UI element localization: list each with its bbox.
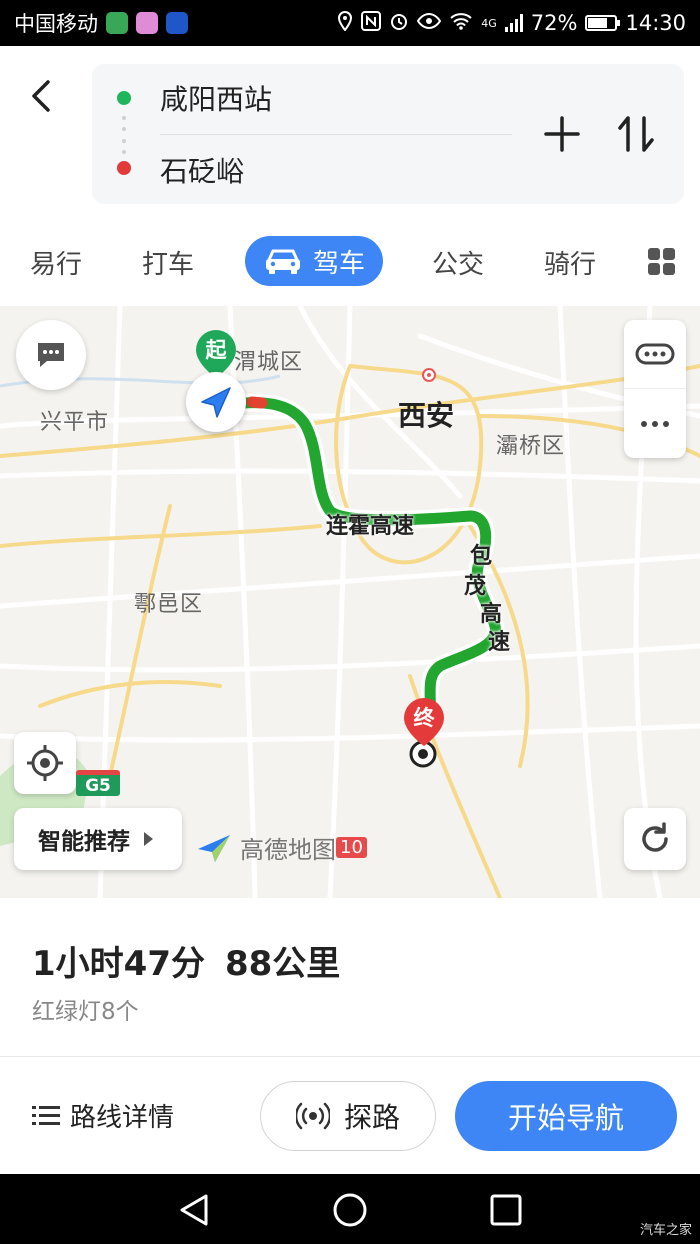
map-label-huyi: 鄠邑区 <box>134 592 204 617</box>
crosshair-icon <box>27 745 63 781</box>
location-icon <box>337 10 353 36</box>
current-location-marker <box>186 372 246 432</box>
end-marker[interactable]: 终 <box>402 696 446 748</box>
app-notification-icon <box>166 12 188 34</box>
watermark: 汽车之家 <box>639 1223 692 1238</box>
status-bar: 中国移动 4G 72% 14:30 <box>0 0 700 46</box>
divider <box>160 134 512 135</box>
route-duration: 1小时47分 <box>32 944 205 984</box>
route-summary: 1小时47分 88公里 红绿灯8个 <box>0 898 700 1056</box>
car-icon <box>265 249 300 274</box>
more-modes-grid-icon[interactable] <box>648 248 675 275</box>
clock: 14:30 <box>625 11 686 35</box>
amap-brand-name: 高德地图 <box>240 836 336 864</box>
tab-drive-label: 驾车 <box>312 248 365 279</box>
signal-icon <box>504 14 523 32</box>
carrier-label: 中国移动 <box>14 12 98 36</box>
list-icon <box>32 1105 60 1125</box>
system-nav-bar: 汽车之家 <box>0 1174 700 1244</box>
origin-dot-icon <box>117 91 131 105</box>
feedback-button[interactable] <box>16 320 86 390</box>
more-dots-icon <box>641 420 669 427</box>
tab-bus[interactable]: 公交 <box>432 244 484 281</box>
eye-comfort-icon <box>417 12 442 34</box>
action-bar: 路线详情 探路 开始导航 <box>0 1057 700 1174</box>
smart-recommend-button[interactable]: 智能推荐 <box>14 808 182 870</box>
transport-mode-tabs: 易行 打车 驾车 公交 骑行 <box>0 218 700 306</box>
tab-drive[interactable]: 驾车 <box>245 236 383 286</box>
amap-logo: 高德地图 10 <box>196 830 367 865</box>
nav-home-button[interactable] <box>332 1192 368 1228</box>
swap-route-button[interactable] <box>614 110 658 158</box>
navigation-arrow-icon <box>201 387 231 418</box>
traffic-icon <box>635 343 675 365</box>
probe-route-button[interactable]: 探路 <box>260 1081 436 1151</box>
square-recents-icon <box>490 1194 522 1226</box>
road-label-lianhuo: 连霍高速 <box>326 514 415 539</box>
wifi-icon <box>449 12 473 35</box>
map-label-xingping: 兴平市 <box>40 410 110 435</box>
highway-g5-badge: G5 <box>76 770 120 796</box>
map-view[interactable]: 渭城区 兴平市 西安 灞桥区 鄠邑区 连霍高速 包 茂 高 速 起 终 G5 智… <box>0 306 700 898</box>
nav-back-button[interactable] <box>176 1192 212 1228</box>
chevron-left-icon <box>32 80 50 112</box>
route-details-label: 路线详情 <box>70 1103 175 1133</box>
route-header: 咸阳西站 石砭峪 <box>0 46 700 218</box>
map-side-panel <box>624 320 686 458</box>
caret-right-icon <box>144 832 153 846</box>
smart-recommend-label: 智能推荐 <box>38 829 130 855</box>
probe-route-label: 探路 <box>343 1101 400 1134</box>
tab-taxi[interactable]: 打车 <box>142 244 194 281</box>
refresh-button[interactable] <box>624 808 686 870</box>
app-notification-icon <box>136 12 158 34</box>
swap-arrows-icon <box>618 116 654 152</box>
map-label-xian: 西安 <box>398 399 455 432</box>
nfc-icon <box>361 10 382 36</box>
route-distance: 88公里 <box>224 944 341 984</box>
battery-percent: 72% <box>530 11 578 35</box>
end-marker-label: 终 <box>413 706 435 730</box>
refresh-icon <box>642 822 668 852</box>
start-navigation-button[interactable]: 开始导航 <box>455 1081 677 1151</box>
triangle-back-icon <box>180 1194 208 1226</box>
add-waypoint-button[interactable] <box>540 112 584 156</box>
route-details-button[interactable]: 路线详情 <box>32 1097 174 1134</box>
traffic-lights-count: 红绿灯8个 <box>32 999 139 1025</box>
broadcast-icon <box>295 1102 330 1130</box>
road-label-baomao: 速 <box>488 630 511 655</box>
back-button[interactable] <box>26 76 60 116</box>
app-notification-icon <box>106 12 128 34</box>
alarm-icon <box>389 11 409 36</box>
circle-home-icon <box>333 1193 367 1227</box>
more-options-button[interactable] <box>624 389 686 458</box>
battery-icon <box>585 15 621 31</box>
tab-yixing[interactable]: 易行 <box>30 244 82 281</box>
locate-button[interactable] <box>14 732 76 794</box>
destination-input[interactable]: 石砭峪 <box>160 150 244 190</box>
tab-bike[interactable]: 骑行 <box>544 244 596 281</box>
road-label-baomao: 包 <box>470 544 493 569</box>
route-card: 咸阳西站 石砭峪 <box>92 64 684 204</box>
nav-recents-button[interactable] <box>488 1192 524 1228</box>
start-marker-label: 起 <box>205 338 227 362</box>
route-connector <box>122 116 126 154</box>
network-type-label: 4G <box>481 16 497 30</box>
brand-version-badge: 10 <box>336 837 367 858</box>
origin-input[interactable]: 咸阳西站 <box>160 78 272 118</box>
traffic-layer-button[interactable] <box>624 320 686 389</box>
map-label-weicheng: 渭城区 <box>234 350 304 375</box>
amap-logo-icon <box>198 834 230 862</box>
destination-dot-icon <box>117 161 131 175</box>
chat-bubble-icon <box>38 343 64 367</box>
map-label-baqiao: 灞桥区 <box>496 434 566 459</box>
plus-icon <box>544 116 580 152</box>
